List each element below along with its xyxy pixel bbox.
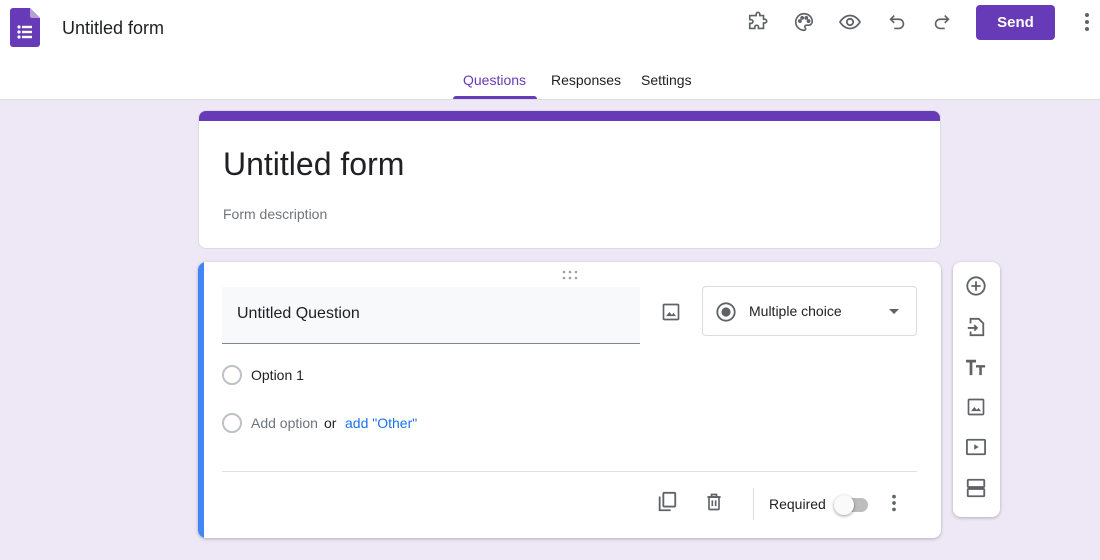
- addons-icon[interactable]: [744, 8, 772, 36]
- add-video-button[interactable]: [962, 435, 990, 463]
- footer-vertical-divider: [753, 488, 754, 520]
- add-title-description-button[interactable]: [962, 355, 990, 383]
- redo-icon[interactable]: [928, 8, 956, 36]
- document-title[interactable]: Untitled form: [62, 16, 164, 40]
- question-title-text: Untitled Question: [237, 305, 360, 322]
- theme-accent-bar: [199, 111, 940, 121]
- footer-divider: [222, 471, 917, 472]
- tab-questions[interactable]: Questions: [463, 72, 526, 88]
- question-more-options-icon[interactable]: [880, 489, 908, 517]
- required-label: Required: [769, 496, 826, 512]
- form-description-input[interactable]: Form description: [223, 206, 327, 222]
- add-section-button[interactable]: [962, 476, 990, 504]
- question-type-dropdown[interactable]: Multiple choice: [702, 286, 917, 336]
- dropdown-arrow-icon: [889, 309, 899, 314]
- question-title-input[interactable]: Untitled Question: [222, 287, 640, 344]
- form-title-input[interactable]: Untitled form: [223, 144, 404, 184]
- delete-icon[interactable]: [700, 488, 728, 516]
- or-label: or: [324, 415, 337, 431]
- form-header-card: Untitled form Form description: [198, 110, 941, 249]
- toggle-thumb: [834, 495, 854, 515]
- import-questions-button[interactable]: [962, 315, 990, 343]
- section-icon: [965, 477, 987, 504]
- title-text-icon: [965, 357, 987, 382]
- add-question-button[interactable]: [962, 274, 990, 302]
- add-image-to-question-icon[interactable]: [657, 298, 685, 326]
- top-bar: Untitled form Send Questions Responses S…: [0, 0, 1100, 100]
- undo-icon[interactable]: [883, 8, 911, 36]
- more-vert-icon[interactable]: [1073, 8, 1100, 36]
- active-card-indicator: [198, 262, 204, 538]
- send-button[interactable]: Send: [976, 5, 1055, 40]
- active-tab-indicator: [453, 96, 537, 99]
- question-card[interactable]: Untitled Question Multiple choice Option…: [198, 262, 941, 538]
- floating-side-toolbar: [953, 262, 1000, 517]
- required-toggle[interactable]: [834, 495, 870, 515]
- add-option-radio-icon: [222, 413, 242, 433]
- tab-bar: Questions Responses Settings: [0, 62, 1100, 100]
- tab-settings[interactable]: Settings: [641, 72, 692, 88]
- forms-logo-icon[interactable]: [10, 8, 40, 47]
- option-radio-icon: [222, 365, 242, 385]
- option-1-input[interactable]: Option 1: [251, 367, 304, 383]
- import-icon: [966, 316, 986, 343]
- image-icon: [966, 397, 986, 422]
- tab-responses[interactable]: Responses: [551, 72, 621, 88]
- add-other-link[interactable]: add "Other": [345, 415, 417, 431]
- radio-button-checked-icon: [715, 301, 737, 328]
- palette-icon[interactable]: [790, 8, 818, 36]
- add-option-input[interactable]: Add option: [251, 415, 318, 431]
- preview-eye-icon[interactable]: [836, 8, 864, 36]
- question-type-label: Multiple choice: [749, 303, 842, 319]
- add-image-button[interactable]: [962, 395, 990, 423]
- add-circle-icon: [965, 275, 987, 302]
- video-icon: [965, 437, 987, 462]
- drag-handle-icon[interactable]: [561, 268, 579, 280]
- duplicate-icon[interactable]: [653, 488, 681, 516]
